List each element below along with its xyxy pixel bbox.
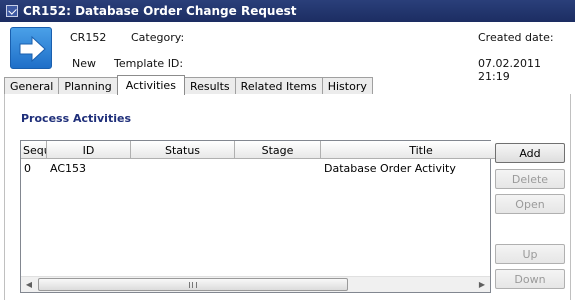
app-check-icon — [6, 5, 18, 17]
cell-stage — [235, 160, 321, 176]
grip-icon — [189, 281, 197, 288]
column-header-status[interactable]: Status — [131, 141, 235, 159]
scroll-right-icon[interactable]: ▶ — [474, 277, 490, 292]
tab-activities[interactable]: Activities — [116, 75, 185, 95]
item-header: CR152 Category: Created date: New Templa… — [0, 22, 575, 83]
tab-related-items[interactable]: Related Items — [234, 77, 323, 95]
open-button[interactable]: Open — [495, 194, 565, 214]
created-date-value: 07.02.2011 21:19 — [478, 57, 541, 83]
column-header-id[interactable]: ID — [47, 141, 131, 159]
tab-planning[interactable]: Planning — [58, 77, 118, 95]
created-date-label: Created date: — [478, 31, 554, 44]
move-down-button[interactable]: Down — [495, 269, 565, 289]
cell-status — [131, 160, 235, 176]
move-up-button[interactable]: Up — [495, 244, 565, 264]
tab-general[interactable]: General — [4, 77, 60, 95]
add-button[interactable]: Add — [495, 143, 565, 163]
tab-strip: General Planning Activities Results Rela… — [4, 75, 373, 95]
horizontal-scrollbar[interactable]: ◀ ▶ — [21, 276, 490, 292]
table-row[interactable]: 0 AC153 Database Order Activity — [21, 160, 491, 176]
delete-button[interactable]: Delete — [495, 169, 565, 189]
activities-grid[interactable]: Sequ ID Status Stage Title 0 AC153 Datab… — [20, 140, 521, 293]
item-id: CR152 — [70, 31, 107, 44]
activities-panel: Process Activities Sequ ID Status Stage … — [4, 94, 571, 300]
cell-sequence: 0 — [24, 161, 31, 175]
item-state: New — [72, 57, 96, 70]
template-id-label: Template ID: — [114, 57, 184, 70]
column-header-sequence[interactable]: Sequ — [21, 141, 47, 159]
cell-title: Database Order Activity — [324, 161, 456, 175]
category-label: Category: — [131, 31, 185, 44]
column-header-stage[interactable]: Stage — [235, 141, 321, 159]
cell-id: AC153 — [50, 161, 87, 175]
scrollbar-thumb[interactable] — [38, 278, 348, 291]
section-title: Process Activities — [21, 112, 131, 125]
change-request-arrow-icon — [10, 27, 52, 69]
window-title: CR152: Database Order Change Request — [23, 4, 297, 18]
scroll-left-icon[interactable]: ◀ — [21, 277, 37, 292]
window-titlebar[interactable]: CR152: Database Order Change Request — [0, 0, 575, 22]
tab-results[interactable]: Results — [183, 77, 236, 95]
column-header-title[interactable]: Title — [321, 141, 521, 159]
grid-header: Sequ ID Status Stage Title — [21, 141, 521, 159]
tab-history[interactable]: History — [321, 77, 373, 95]
